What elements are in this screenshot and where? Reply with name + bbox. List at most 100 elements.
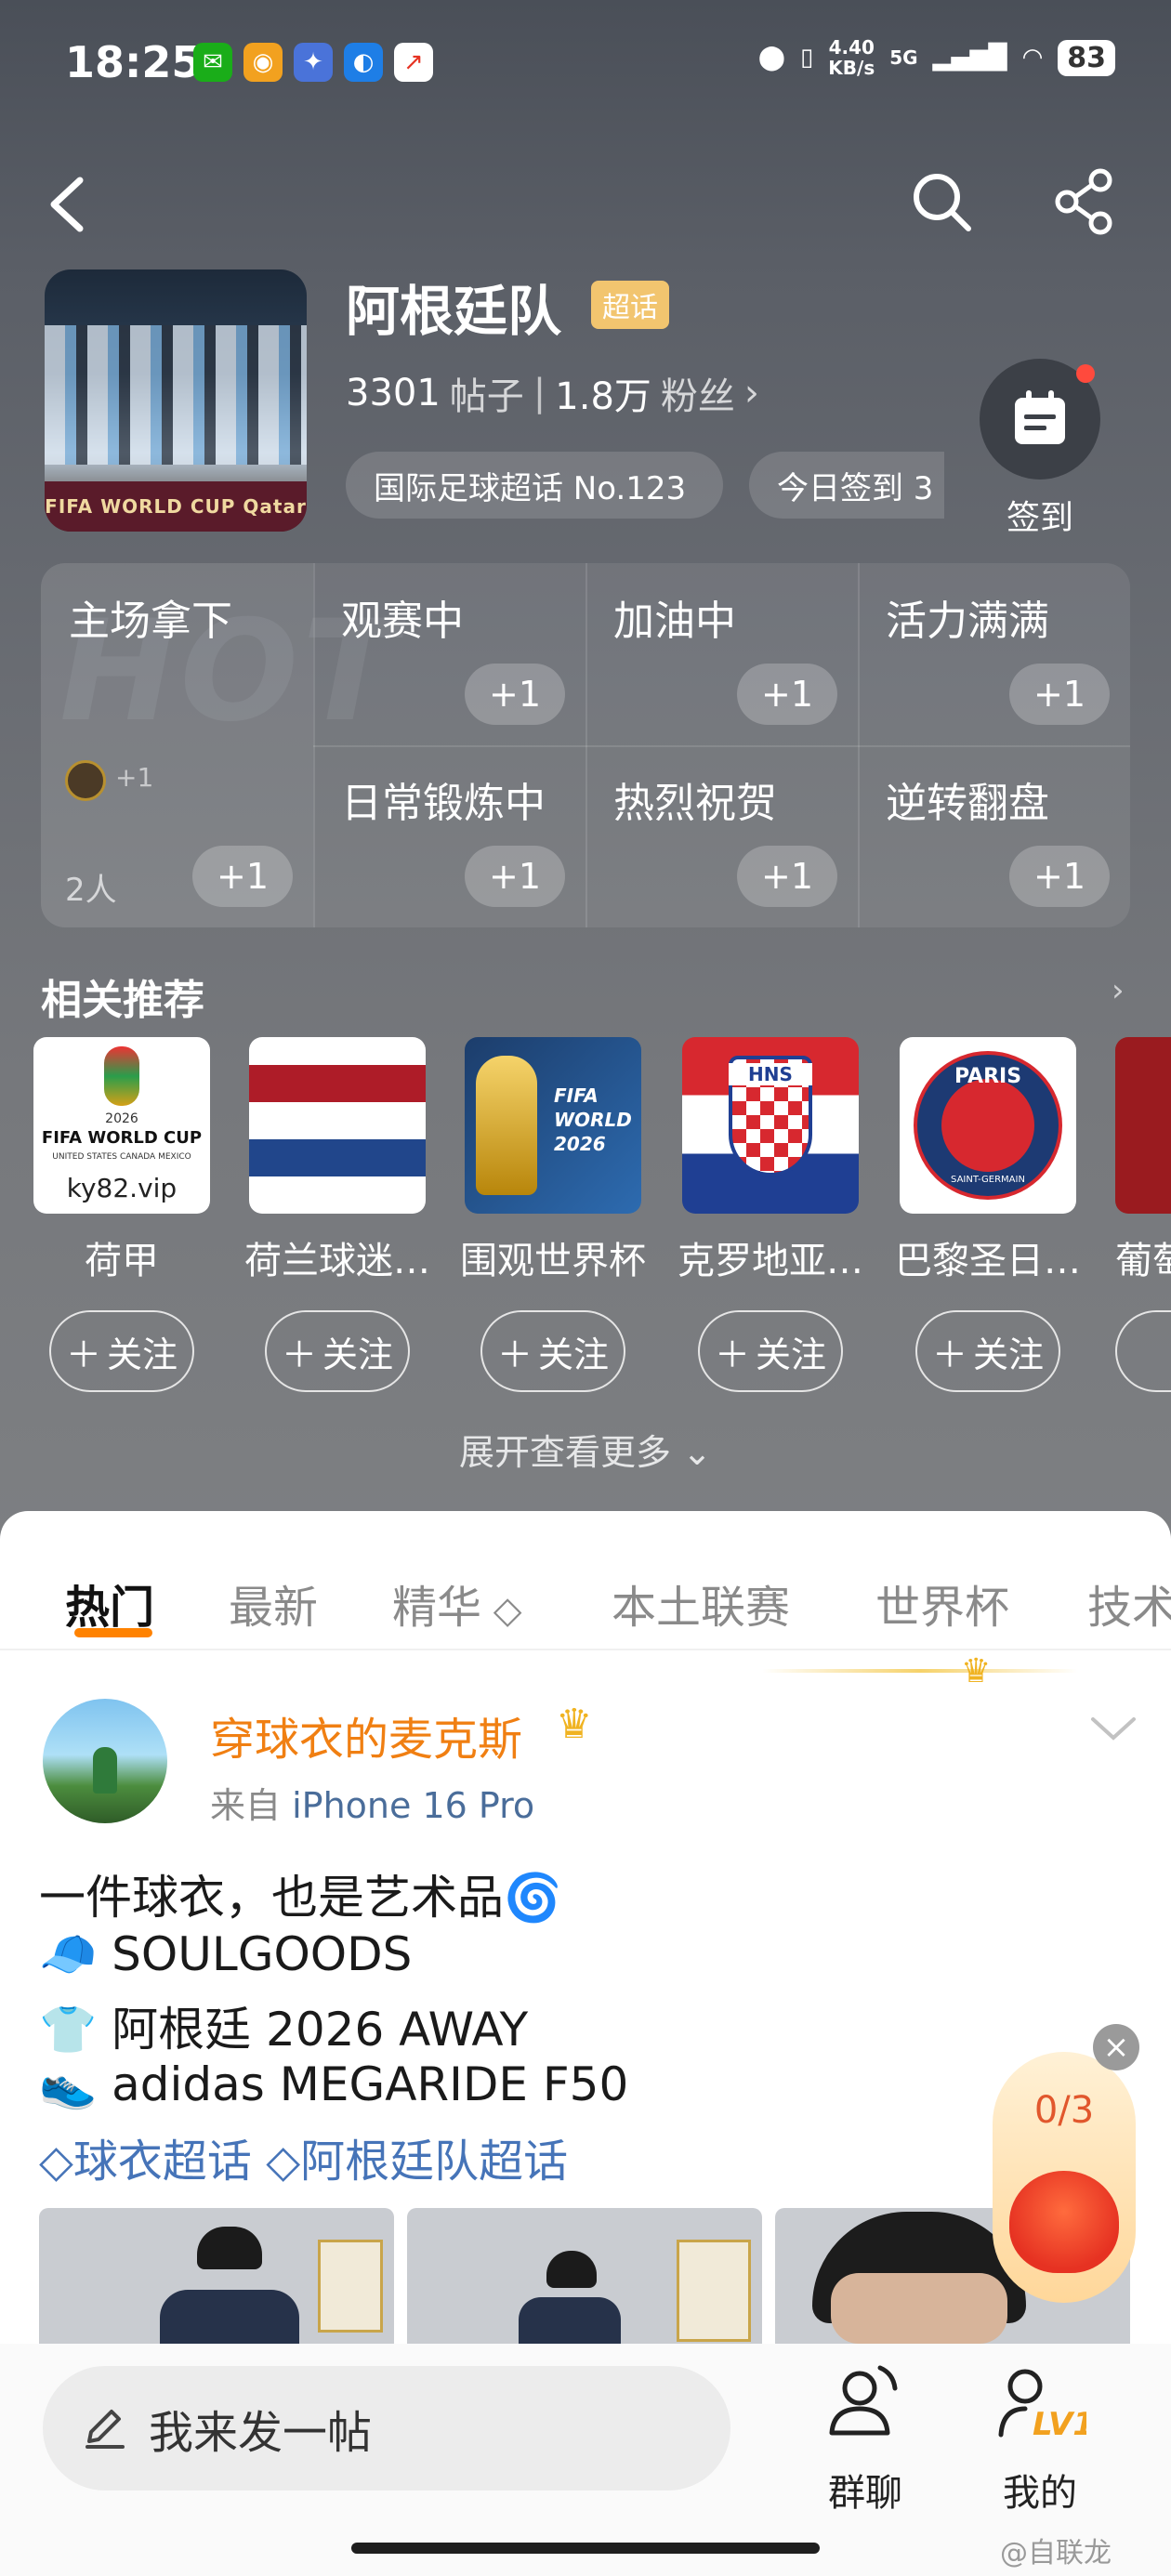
- post-text-line: 🧢 SOULGOODS: [39, 1927, 413, 1981]
- notification-dot: [1076, 364, 1095, 383]
- follow-button[interactable]: ＋关注: [265, 1310, 410, 1392]
- cheer-item-watching[interactable]: 观赛中 +1: [313, 563, 586, 745]
- post-author-name[interactable]: 穿球衣的麦克斯: [210, 1702, 522, 1768]
- recommend-card[interactable]: 2026 FIFA WORLD CUP UNITED STATES CANADA…: [33, 1037, 210, 1392]
- follow-button[interactable]: ＋关注: [480, 1310, 625, 1392]
- cheer-item-congrats[interactable]: 热烈祝贺 +1: [586, 745, 858, 927]
- recommend-thumb: 2026 FIFA WORLD CUP UNITED STATES CANADA…: [33, 1037, 210, 1214]
- post-source: 来自 iPhone 16 Pro: [210, 1785, 535, 1826]
- share-icon[interactable]: [1050, 167, 1119, 236]
- cheer-label: 热烈祝贺: [613, 780, 777, 827]
- crown-decoration-icon: ♛: [961, 1652, 992, 1690]
- topic-stats[interactable]: 3301 帖子 | 1.8万 粉丝 ›: [346, 366, 759, 420]
- recommend-name: 荷甲: [85, 1240, 159, 1282]
- expand-more-button[interactable]: 展开查看更多 ⌄: [0, 1424, 1171, 1475]
- group-chat-icon: [829, 2365, 898, 2436]
- location-icon: ⬤: [757, 44, 785, 72]
- cheer-label: 逆转翻盘: [886, 780, 1049, 827]
- group-chat-button[interactable]: 群聊: [805, 2360, 926, 2517]
- weibo-icon: ◉: [243, 43, 283, 82]
- back-arrow-icon[interactable]: [39, 167, 95, 242]
- recommend-card[interactable]: 葡萄 ＋: [1115, 1037, 1171, 1392]
- chevron-right-icon[interactable]: ›: [1112, 972, 1125, 1009]
- post-image[interactable]: [39, 2208, 394, 2344]
- posts-count: 3301: [346, 372, 441, 414]
- tab-local-league[interactable]: 本土联赛: [612, 1571, 790, 1636]
- tab-hot[interactable]: 热门: [65, 1571, 154, 1636]
- recommend-title: 相关推荐: [41, 977, 204, 1024]
- topic-link[interactable]: 球衣超话: [73, 2136, 252, 2188]
- post-image[interactable]: [407, 2208, 762, 2344]
- cheer-item-comeback[interactable]: 逆转翻盘 +1: [858, 745, 1130, 927]
- plus-one-button[interactable]: +1: [737, 664, 837, 725]
- cheer-item-training[interactable]: 日常锻炼中 +1: [313, 745, 586, 927]
- divider: [0, 1649, 1171, 1650]
- recommend-name: 葡萄: [1115, 1240, 1171, 1282]
- avatar: [65, 760, 106, 801]
- plus-icon: ＋: [714, 1334, 750, 1375]
- follow-button[interactable]: ＋关注: [698, 1310, 843, 1392]
- recommend-thumb: FIFA WORLD 2026: [465, 1037, 641, 1214]
- tab-technique[interactable]: 技术: [1087, 1571, 1171, 1636]
- cheer-item-home-win[interactable]: 主场拿下 +1 2人 +1: [41, 563, 313, 927]
- follow-button[interactable]: ＋关注: [915, 1310, 1060, 1392]
- app-notification-icon: ✦: [294, 43, 333, 82]
- wechat-icon: ✉: [193, 43, 232, 82]
- home-indicator[interactable]: [351, 2543, 820, 2554]
- cheer-item-cheering[interactable]: 加油中 +1: [586, 563, 858, 745]
- trophy-logo-icon: [104, 1046, 139, 1106]
- vip-decoration: [762, 1669, 1078, 1673]
- stats-separator: |: [533, 372, 546, 414]
- chevron-down-icon[interactable]: [1087, 1710, 1139, 1747]
- topic-title: 阿根廷队: [346, 280, 562, 343]
- plus-one-button[interactable]: +1: [1009, 846, 1110, 907]
- vibrate-icon: ▯: [799, 44, 814, 72]
- trophy-icon: [476, 1056, 537, 1195]
- post-text-line: 👕 阿根廷 2026 AWAY: [39, 2003, 529, 2057]
- follow-button[interactable]: ＋: [1115, 1310, 1171, 1392]
- tab-world-cup[interactable]: 世界杯: [875, 1571, 1009, 1636]
- recommend-card[interactable]: PARIS SAINT-GERMAIN 巴黎圣日… ＋关注: [895, 1037, 1081, 1392]
- cheer-label: 主场拿下: [69, 598, 232, 645]
- cheer-people-count: 2人: [65, 872, 117, 909]
- mini-plus-one: +1: [115, 762, 154, 793]
- trend-app-icon: ↗: [394, 43, 433, 82]
- tab-featured[interactable]: 精华 ◇: [392, 1571, 522, 1636]
- recommend-card[interactable]: FIFA WORLD 2026 围观世界杯 ＋关注: [460, 1037, 646, 1392]
- plus-one-button[interactable]: +1: [1009, 664, 1110, 725]
- reward-widget[interactable]: 0/3: [993, 2052, 1136, 2303]
- netherlands-flag-icon: [249, 1037, 426, 1214]
- search-icon[interactable]: [907, 167, 976, 236]
- plus-one-button[interactable]: +1: [465, 664, 565, 725]
- cheer-label: 加油中: [613, 598, 736, 645]
- profile-button[interactable]: LV1 我的: [980, 2360, 1100, 2517]
- active-tab-indicator: [74, 1628, 152, 1637]
- status-bar: 18:25 ✉ ◉ ✦ ◐ ↗ ⬤ ▯ 4.40 KB/s 5G ▂▄▆█ ◠ …: [0, 0, 1171, 130]
- checkin-button[interactable]: [980, 359, 1100, 480]
- close-icon[interactable]: ×: [1093, 2024, 1139, 2070]
- compose-post-button[interactable]: 我来发一帖: [43, 2366, 730, 2491]
- ranking-tag[interactable]: 国际足球超话 No.123: [346, 452, 723, 519]
- topic-link[interactable]: 阿根廷队超话: [300, 2136, 568, 2188]
- plus-one-button[interactable]: +1: [192, 846, 293, 907]
- weibo-watermark: @自联龙: [1000, 2537, 1112, 2569]
- cheer-item-energetic[interactable]: 活力满满 +1: [858, 563, 1130, 745]
- posts-label: 帖子: [449, 375, 524, 418]
- checkin-label[interactable]: 签到: [980, 491, 1100, 539]
- plus-icon: ＋: [65, 1334, 101, 1375]
- plus-one-button[interactable]: +1: [465, 846, 565, 907]
- tab-latest[interactable]: 最新: [229, 1571, 318, 1636]
- recommend-card[interactable]: 荷兰球迷… ＋关注: [244, 1037, 430, 1392]
- plus-one-button[interactable]: +1: [737, 846, 837, 907]
- topic-header: 18:25 ✉ ◉ ✦ ◐ ↗ ⬤ ▯ 4.40 KB/s 5G ▂▄▆█ ◠ …: [0, 0, 1171, 1543]
- wifi-icon: ◠: [1021, 44, 1044, 72]
- post-text-line: 👟 adidas MEGARIDE F50: [39, 2057, 629, 2111]
- checkin-count-tag[interactable]: 今日签到 3: [749, 452, 944, 519]
- battery-indicator: 83: [1058, 39, 1115, 76]
- avatar[interactable]: [43, 1699, 167, 1823]
- fans-count: 1.8万: [555, 375, 651, 418]
- topic-cover-image[interactable]: FIFA WORLD CUP Qatar: [45, 269, 307, 532]
- plus-icon: ＋: [931, 1334, 967, 1375]
- recommend-card[interactable]: HNS 克罗地亚… ＋关注: [678, 1037, 863, 1392]
- follow-button[interactable]: ＋关注: [49, 1310, 194, 1392]
